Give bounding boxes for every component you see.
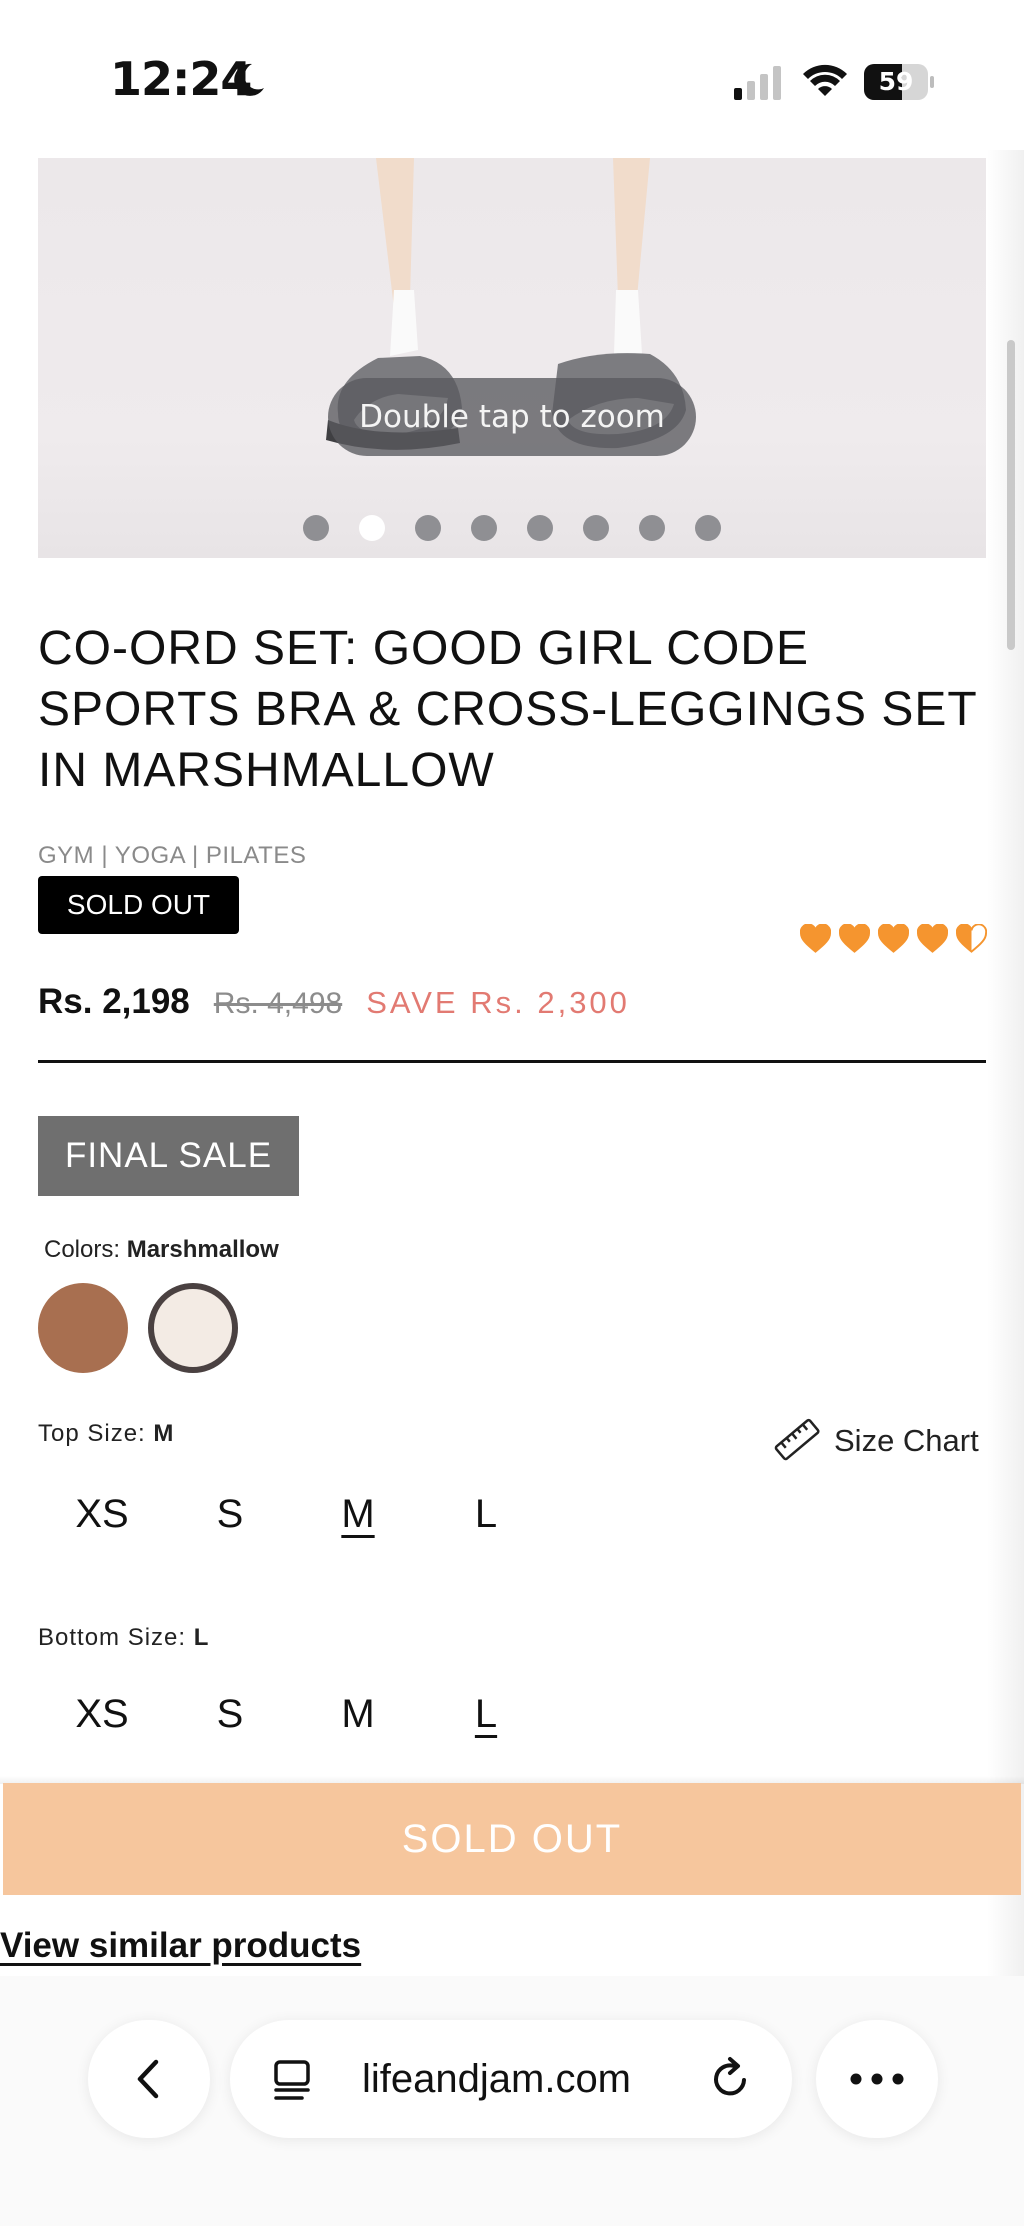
bottom-size-options: XS S M L [38, 1692, 550, 1752]
chevron-left-icon [137, 2059, 159, 2099]
top-size-selected: M [153, 1420, 175, 1447]
zoom-hint: Double tap to zoom [328, 378, 696, 456]
back-button[interactable] [88, 2020, 210, 2138]
gallery-dot[interactable] [639, 515, 665, 541]
gallery-dot[interactable] [583, 515, 609, 541]
scrollbar[interactable] [1007, 340, 1015, 650]
heart-icon [878, 924, 909, 953]
bottom-size-option-label: S [216, 1692, 244, 1736]
status-bar: 12:24 59 [0, 0, 1024, 158]
top-size-option-s[interactable]: S [166, 1492, 294, 1552]
top-size-option-l[interactable]: L [422, 1492, 550, 1552]
color-swatch-brown[interactable] [38, 1283, 128, 1373]
top-size-option-label: M [341, 1492, 375, 1536]
tabs-icon [274, 2060, 310, 2100]
heart-icon [800, 924, 831, 953]
more-icon [850, 2073, 904, 2085]
battery-icon: 59 [864, 64, 934, 100]
product-image[interactable]: Double tap to zoom [38, 158, 986, 558]
page-edge-shade [986, 150, 1024, 1980]
top-size-option-label: L [474, 1492, 498, 1536]
save-amount: SAVE Rs. 2,300 [366, 985, 630, 1020]
gallery-dot[interactable] [359, 515, 385, 541]
sold-out-badge: SOLD OUT [38, 876, 239, 934]
reload-icon[interactable] [708, 2056, 754, 2102]
price-row: Rs. 2,198 Rs. 4,498 SAVE Rs. 2,300 [38, 982, 630, 1032]
color-swatch-marshmallow[interactable] [148, 1283, 238, 1373]
moon-icon [234, 63, 264, 96]
heart-icon [917, 924, 948, 953]
bottom-size-label: Bottom Size: L [38, 1624, 210, 1651]
gallery-dot[interactable] [303, 515, 329, 541]
top-size-option-label: S [216, 1492, 244, 1536]
bottom-size-option-m[interactable]: M [294, 1692, 422, 1752]
top-size-label: Top Size: M [38, 1420, 175, 1447]
sold-out-button[interactable]: SOLD OUT [3, 1783, 1021, 1895]
ruler-icon [774, 1418, 820, 1461]
more-options-button[interactable] [816, 2020, 938, 2138]
gallery-dot[interactable] [527, 515, 553, 541]
size-chart-label: Size Chart [834, 1423, 979, 1458]
product-photo [326, 158, 686, 450]
signal-icon [734, 66, 781, 100]
heart-icon [839, 924, 870, 953]
bottom-size-option-xs[interactable]: XS [38, 1692, 166, 1752]
view-similar-link[interactable]: View similar products [0, 1926, 361, 1966]
gallery-dot[interactable] [415, 515, 441, 541]
battery-level: 59 [878, 67, 914, 96]
compare-price: Rs. 4,498 [213, 987, 343, 1020]
wifi-icon [803, 64, 847, 96]
bottom-size-option-l[interactable]: L [422, 1692, 550, 1752]
bottom-size-option-label: L [474, 1692, 498, 1736]
sale-price: Rs. 2,198 [38, 982, 190, 1021]
bottom-size-option-label: M [341, 1692, 375, 1736]
bottom-size-option-label: XS [75, 1692, 129, 1736]
final-sale-badge: FINAL SALE [38, 1116, 299, 1196]
bottom-size-option-s[interactable]: S [166, 1692, 294, 1752]
selected-color: Marshmallow [126, 1236, 279, 1263]
size-chart-link[interactable]: Size Chart [772, 1416, 979, 1466]
heart-icon [956, 924, 987, 953]
product-title: CO-ORD SET: GOOD GIRL CODE SPORTS BRA & … [38, 622, 977, 797]
top-size-option-label: XS [75, 1492, 129, 1536]
gallery-pagination[interactable] [38, 515, 986, 543]
top-size-option-xs[interactable]: XS [38, 1492, 166, 1552]
divider [38, 1060, 986, 1063]
address-bar[interactable]: lifeandjam.com [230, 2020, 792, 2138]
top-size-option-m[interactable]: M [294, 1492, 422, 1552]
rating-hearts[interactable] [800, 924, 990, 954]
gallery-dot[interactable] [471, 515, 497, 541]
url-text: lifeandjam.com [362, 2057, 632, 2101]
top-size-options: XS S M L [38, 1492, 550, 1552]
bottom-size-selected: L [193, 1624, 210, 1651]
colors-label: Colors: Marshmallow [44, 1236, 279, 1263]
gallery-dot[interactable] [695, 515, 721, 541]
product-category: GYM | YOGA | PILATES [38, 842, 307, 869]
